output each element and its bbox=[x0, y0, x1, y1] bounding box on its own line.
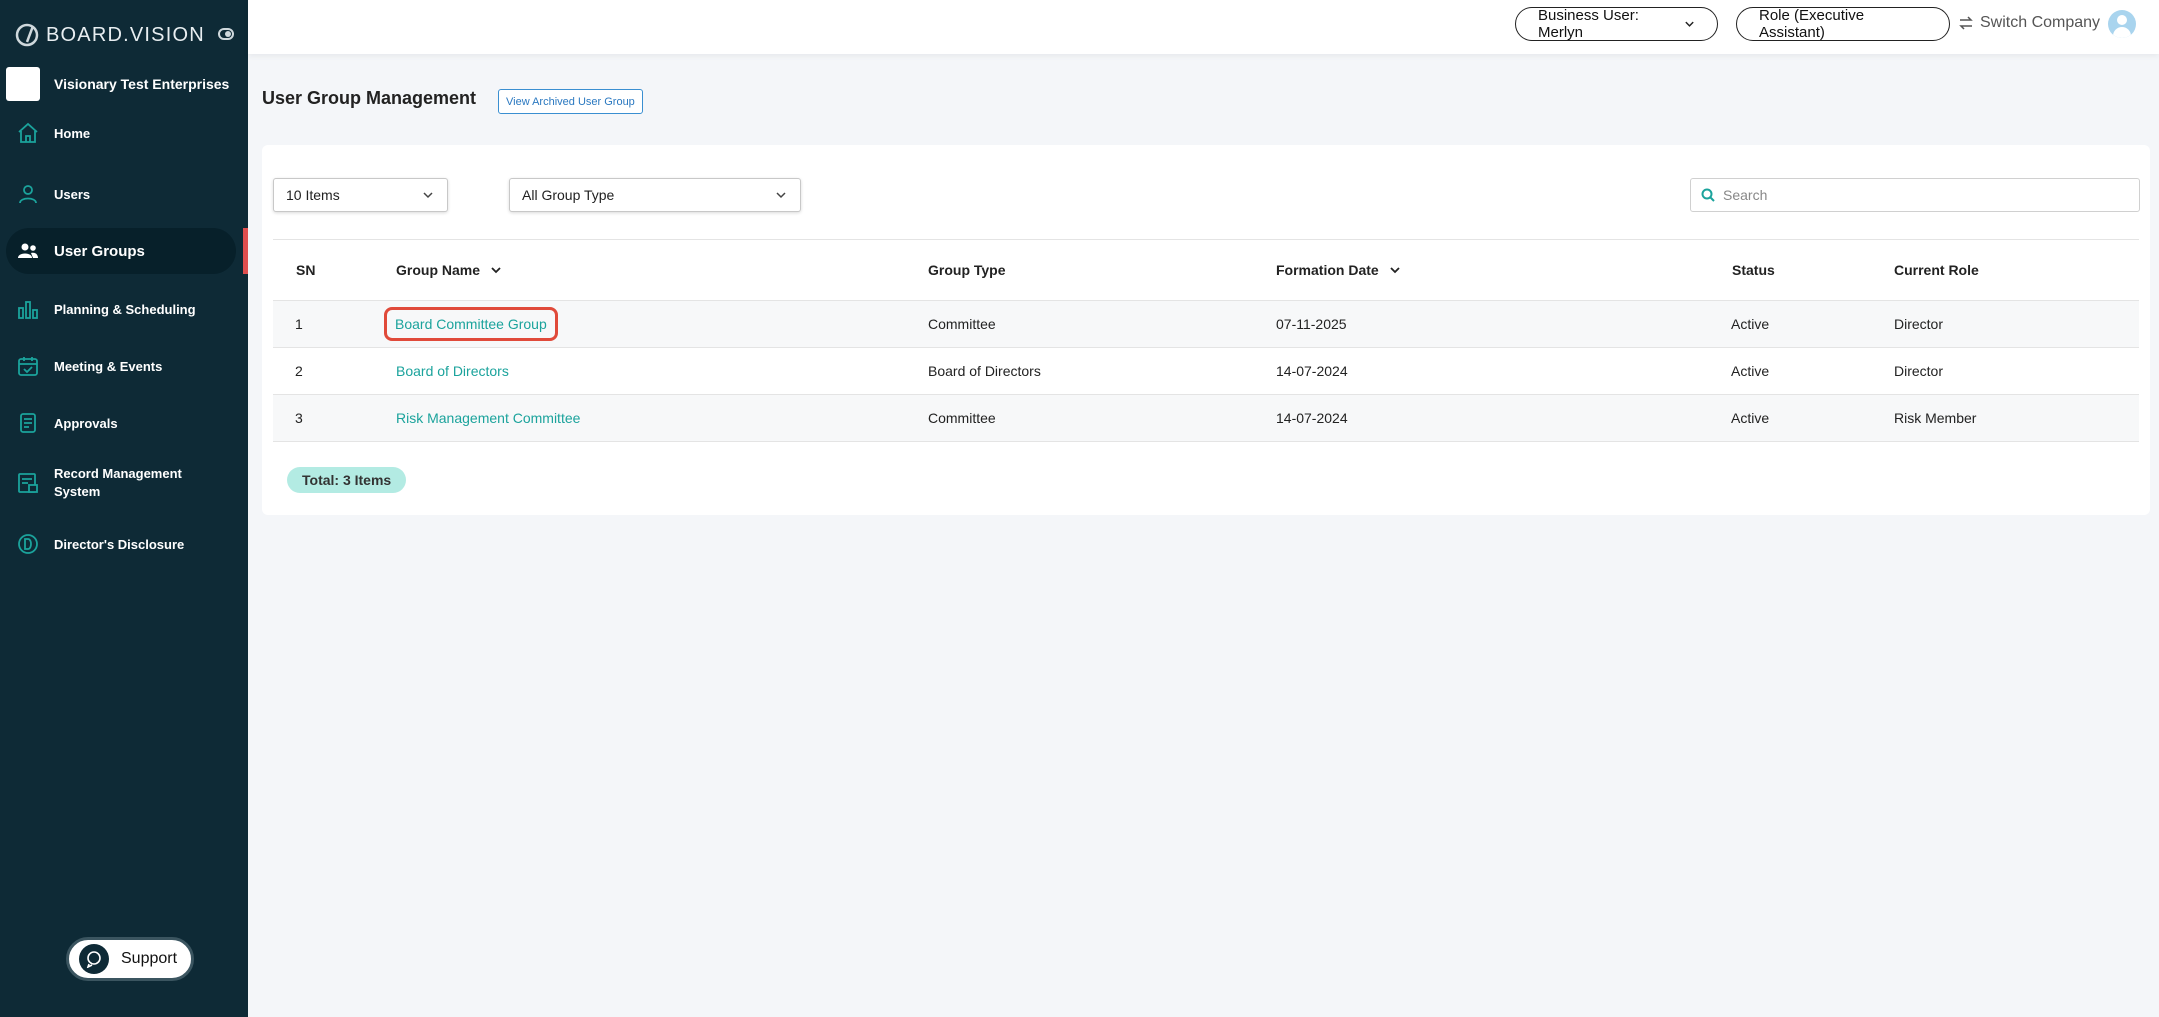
table-row: 1 Board Committee Group Committee 07-11-… bbox=[273, 301, 2139, 348]
chevron-down-icon bbox=[423, 192, 433, 199]
sidebar-item-planning-scheduling[interactable]: Planning & Scheduling bbox=[6, 297, 236, 321]
user-groups-table: SN Group Name Group Type Formation Date … bbox=[273, 239, 2139, 442]
sidebar-item-label: Planning & Scheduling bbox=[54, 301, 196, 317]
cell-formation-date: 14-07-2024 bbox=[1276, 410, 1348, 426]
sidebar: BOARD.VISION Visionary Test Enterprises … bbox=[0, 0, 248, 1017]
page-title: User Group Management bbox=[262, 88, 477, 108]
sidebar-item-label: Meeting & Events bbox=[54, 358, 163, 374]
view-archived-button[interactable]: View Archived User Group bbox=[498, 89, 643, 114]
group-name-link[interactable]: Board Committee Group bbox=[384, 307, 558, 341]
column-header-current-role: Current Role bbox=[1894, 262, 1979, 278]
cell-formation-date: 14-07-2024 bbox=[1276, 363, 1348, 379]
user-icon bbox=[16, 182, 40, 206]
cell-status: Active bbox=[1731, 410, 1770, 426]
cell-group-name: Board Committee Group bbox=[384, 301, 558, 347]
sidebar-item-home[interactable]: Home bbox=[6, 121, 236, 145]
business-user-label: Business User: Merlyn bbox=[1538, 7, 1639, 41]
search-placeholder: Search bbox=[1723, 187, 1768, 203]
column-header-sn: SN bbox=[296, 262, 316, 278]
sidebar-item-record-management[interactable]: Record Management System bbox=[6, 465, 236, 501]
table-row: 3 Risk Management Committee Committee 14… bbox=[273, 395, 2139, 442]
sidebar-item-label: Director's Disclosure bbox=[54, 536, 185, 552]
cell-status: Active bbox=[1731, 363, 1770, 379]
cell-group-type: Committee bbox=[928, 410, 996, 426]
top-bar: Business User: Merlyn Role (Executive As… bbox=[248, 0, 2159, 54]
group-type-value: All Group Type bbox=[522, 187, 615, 203]
home-icon bbox=[16, 121, 40, 145]
user-avatar[interactable] bbox=[2108, 10, 2136, 38]
bar-chart-icon bbox=[16, 297, 40, 321]
table-header: SN Group Name Group Type Formation Date … bbox=[273, 239, 2139, 301]
users-icon bbox=[16, 239, 40, 263]
role-label: Role (Executive Assistant) bbox=[1759, 7, 1865, 41]
column-header-group-type: Group Type bbox=[928, 262, 1006, 278]
search-icon bbox=[1701, 188, 1715, 202]
support-button[interactable]: Support bbox=[66, 937, 194, 981]
cell-group-type: Committee bbox=[928, 316, 996, 332]
brand-name: BOARD.VISION bbox=[46, 23, 205, 46]
role-button[interactable]: Role (Executive Assistant) bbox=[1736, 7, 1950, 41]
sidebar-item-user-groups[interactable]: User Groups bbox=[6, 228, 236, 274]
group-name-link[interactable]: Board of Directors bbox=[396, 363, 509, 379]
cell-group-type: Board of Directors bbox=[928, 363, 1041, 379]
sidebar-item-meeting-events[interactable]: Meeting & Events bbox=[6, 354, 236, 378]
sidebar-item-users[interactable]: Users bbox=[6, 182, 236, 206]
cell-current-role: Director bbox=[1894, 363, 1944, 379]
search-input[interactable]: Search bbox=[1690, 178, 2140, 212]
switch-company-label: Switch Company bbox=[1980, 14, 2101, 31]
company-switcher[interactable]: Visionary Test Enterprises bbox=[6, 67, 229, 101]
chevron-down-icon bbox=[1685, 21, 1694, 27]
cell-current-role: Director bbox=[1894, 316, 1944, 332]
calendar-check-icon bbox=[16, 354, 40, 378]
table-row: 2 Board of Directors Board of Directors … bbox=[273, 348, 2139, 395]
cell-group-name: Risk Management Committee bbox=[396, 395, 580, 441]
group-name-link[interactable]: Risk Management Committee bbox=[396, 410, 580, 426]
business-user-dropdown[interactable]: Business User: Merlyn bbox=[1515, 7, 1718, 41]
user-group-card: 10 Items All Group Type Search SN Group … bbox=[262, 145, 2150, 515]
sidebar-item-approvals[interactable]: Approvals bbox=[6, 411, 236, 435]
chat-bubble-icon bbox=[79, 944, 109, 974]
sidebar-item-directors-disclosure[interactable]: Director's Disclosure bbox=[6, 532, 236, 556]
records-icon bbox=[16, 471, 40, 495]
column-header-group-name[interactable]: Group Name bbox=[396, 240, 502, 300]
cell-group-name: Board of Directors bbox=[396, 348, 509, 394]
total-items-badge: Total: 3 Items bbox=[287, 467, 407, 493]
sort-chevron-icon bbox=[1390, 267, 1400, 274]
items-per-page-value: 10 Items bbox=[286, 187, 340, 203]
column-header-formation-date[interactable]: Formation Date bbox=[1276, 240, 1401, 300]
sort-chevron-icon bbox=[491, 267, 501, 274]
cell-status: Active bbox=[1731, 316, 1770, 332]
brand-logo[interactable]: BOARD.VISION bbox=[14, 18, 205, 52]
cell-sn: 3 bbox=[295, 410, 303, 426]
sidebar-item-label: Record Management System bbox=[54, 466, 182, 499]
company-logo bbox=[6, 67, 40, 101]
support-label: Support bbox=[121, 950, 178, 967]
group-type-select[interactable]: All Group Type bbox=[509, 178, 801, 212]
cell-current-role: Risk Member bbox=[1894, 410, 1977, 426]
sidebar-item-label: User Groups bbox=[54, 242, 145, 260]
chevron-down-icon bbox=[776, 192, 786, 199]
active-nav-marker bbox=[243, 228, 248, 274]
sidebar-item-label: Users bbox=[54, 186, 91, 202]
sidebar-toggle-icon[interactable] bbox=[218, 28, 234, 40]
cell-sn: 2 bbox=[295, 363, 303, 379]
items-per-page-select[interactable]: 10 Items bbox=[273, 178, 448, 212]
cell-formation-date: 07-11-2025 bbox=[1276, 316, 1347, 332]
sidebar-item-label: Home bbox=[54, 125, 91, 141]
document-icon bbox=[16, 411, 40, 435]
column-header-status: Status bbox=[1732, 262, 1775, 278]
switch-arrows-icon bbox=[1959, 16, 1973, 30]
d-circle-icon bbox=[16, 532, 40, 556]
cell-sn: 1 bbox=[295, 316, 303, 332]
sidebar-item-label: Approvals bbox=[54, 415, 118, 431]
switch-company-link[interactable]: Switch Company bbox=[1958, 14, 2100, 32]
board-vision-logo-icon bbox=[15, 23, 39, 47]
company-name: Visionary Test Enterprises bbox=[54, 76, 230, 92]
